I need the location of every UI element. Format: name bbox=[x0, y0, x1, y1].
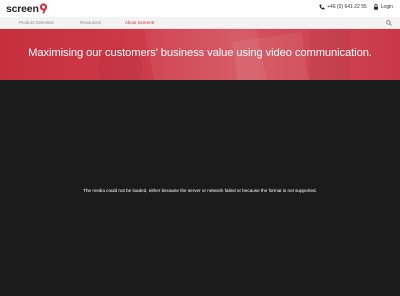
phone-icon bbox=[319, 4, 325, 10]
media-error-message: The media could not be loaded, either be… bbox=[83, 188, 317, 193]
main-navigation: Product Overview Resources About Screen9 bbox=[0, 17, 400, 29]
nav-item-product-overview[interactable]: Product Overview bbox=[19, 20, 80, 25]
search-icon[interactable] bbox=[386, 20, 392, 26]
hero-title: Maximising our customers' business value… bbox=[28, 47, 372, 59]
nav-items: Product Overview Resources About Screen9 bbox=[19, 20, 154, 25]
lock-icon bbox=[373, 4, 378, 10]
screen9-logo[interactable]: screen bbox=[6, 2, 48, 15]
top-header: screen +46 (0) 641 22 55 Login bbox=[0, 0, 400, 17]
login-link[interactable]: Login bbox=[373, 4, 393, 10]
top-right-links: +46 (0) 641 22 55 Login bbox=[319, 4, 393, 10]
nav-item-about-screen9[interactable]: About Screen9 bbox=[125, 20, 154, 25]
logo-text: screen bbox=[6, 3, 39, 15]
login-label: Login bbox=[380, 4, 393, 10]
phone-number: +46 (0) 641 22 55 bbox=[327, 4, 367, 10]
video-player[interactable]: The media could not be loaded, either be… bbox=[0, 80, 400, 296]
logo-mark-icon bbox=[39, 2, 47, 13]
hero-banner: Maximising our customers' business value… bbox=[0, 29, 400, 80]
nav-item-resources[interactable]: Resources bbox=[80, 20, 125, 25]
phone-link[interactable]: +46 (0) 641 22 55 bbox=[319, 4, 367, 10]
